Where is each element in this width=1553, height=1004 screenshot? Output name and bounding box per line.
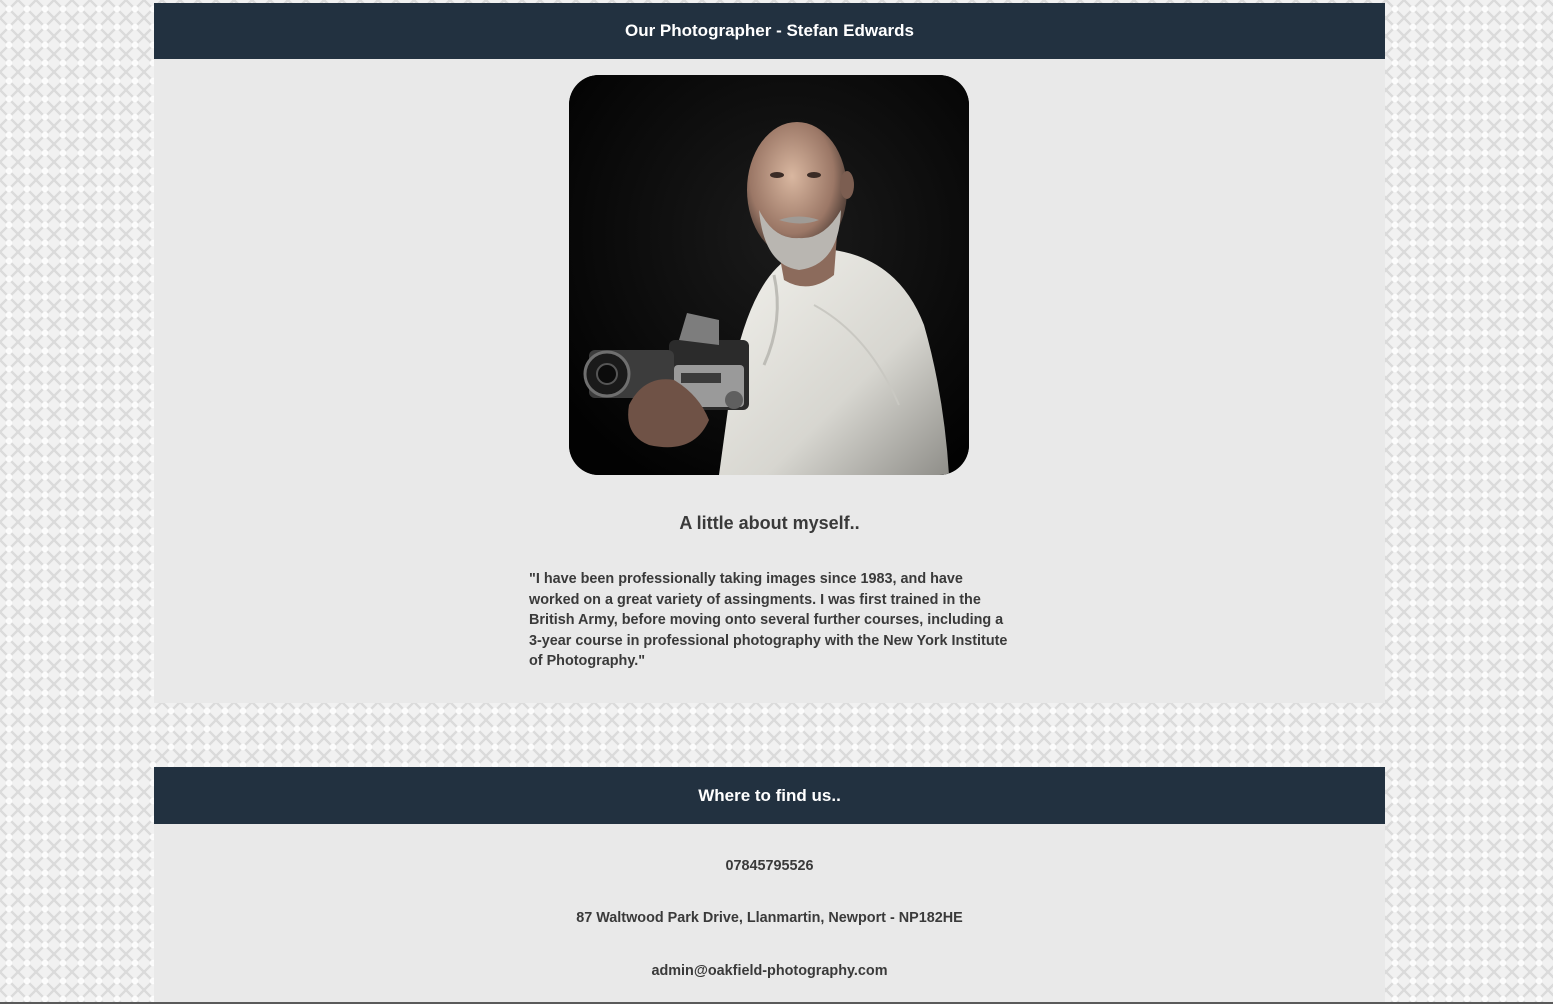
address: 87 Waltwood Park Drive, Llanmartin, Newp… <box>576 910 963 926</box>
phone-number: 07845795526 <box>725 858 814 874</box>
photographer-body: A little about myself.. "I have been pro… <box>154 59 1385 703</box>
email-address[interactable]: admin@oakfield-photography.com <box>154 963 1385 979</box>
photographer-title: Our Photographer - Stefan Edwards <box>624 21 915 40</box>
find-us-header: Where to find us.. <box>154 767 1385 824</box>
photographer-section: Our Photographer - Stefan Edwards A litt… <box>154 3 1385 703</box>
about-heading: A little about myself.. <box>679 513 860 533</box>
find-us-title: Where to find us.. <box>698 785 841 805</box>
photographer-portrait-image <box>569 75 969 475</box>
find-us-section: Where to find us.. 07845795526 87 Waltwo… <box>154 767 1385 1004</box>
find-us-body: 07845795526 87 Waltwood Park Drive, Llan… <box>154 824 1385 1004</box>
about-quote: "I have been professionally taking image… <box>529 571 1008 670</box>
photographer-header: Our Photographer - Stefan Edwards <box>154 3 1385 59</box>
